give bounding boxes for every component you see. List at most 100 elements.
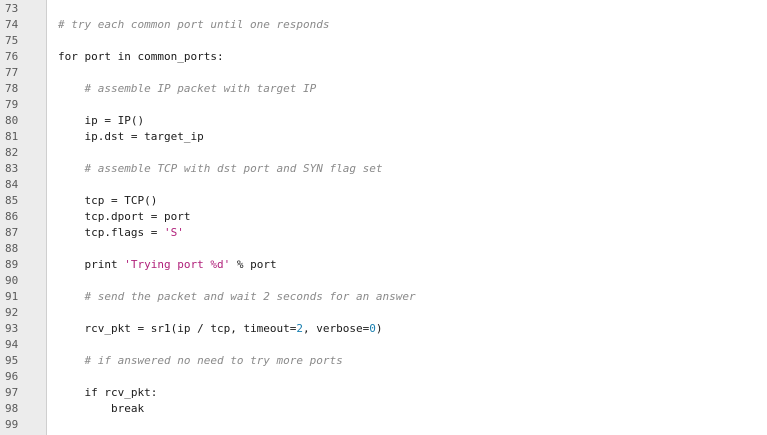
- code-line[interactable]: 73: [0, 1, 767, 17]
- plain-token: , verbose=: [303, 322, 370, 335]
- line-content: [41, 65, 767, 81]
- code-line[interactable]: 81 ip.dst = target_ip: [0, 129, 767, 145]
- plain-token: ip = IP(): [84, 114, 145, 127]
- code-line[interactable]: 93 rcv_pkt = sr1(ip / tcp, timeout=2, ve…: [0, 321, 767, 337]
- line-content: tcp.flags = 'S': [41, 225, 767, 241]
- comment-token: # assemble TCP with dst port and SYN fla…: [84, 162, 383, 175]
- line-content: rcv_pkt = sr1(ip / tcp, timeout=2, verbo…: [41, 321, 767, 337]
- code-editor[interactable]: 73 74 # try each common port until one res…: [0, 0, 767, 435]
- line-number: 76: [5, 50, 19, 63]
- plain-token: if rcv_pkt:: [84, 386, 158, 399]
- plain-token: tcp.dport = port: [84, 210, 191, 223]
- line-number: 93: [5, 322, 19, 335]
- line-number: 89: [5, 258, 19, 271]
- line-content: break: [41, 401, 767, 417]
- plain-token: print: [84, 258, 125, 271]
- line-content: [41, 33, 767, 49]
- line-number: 80: [5, 114, 19, 127]
- code-line[interactable]: 79: [0, 97, 767, 113]
- code-line[interactable]: 94: [0, 337, 767, 353]
- line-number: 96: [5, 370, 19, 383]
- code-line[interactable]: 98 break: [0, 401, 767, 417]
- line-content: [41, 273, 767, 289]
- plain-token: tcp = TCP(): [84, 194, 158, 207]
- line-content: # send the packet and wait 2 seconds for…: [41, 289, 767, 305]
- code-line[interactable]: 89 print 'Trying port %d' % port: [0, 257, 767, 273]
- line-content: tcp.dport = port: [41, 209, 767, 225]
- plain-token: rcv_pkt = sr1(ip / tcp, timeout=: [84, 322, 297, 335]
- line-number: 75: [5, 34, 19, 47]
- line-content: # assemble IP packet with target IP: [41, 81, 767, 97]
- line-number: 99: [5, 418, 19, 431]
- code-line[interactable]: 84: [0, 177, 767, 193]
- line-number: 83: [5, 162, 19, 175]
- code-line[interactable]: 95 # if answered no need to try more por…: [0, 353, 767, 369]
- string-token: 'S': [163, 226, 184, 239]
- code-line[interactable]: 99: [0, 417, 767, 433]
- line-content: [41, 241, 767, 257]
- line-number: 90: [5, 274, 19, 287]
- line-number: 88: [5, 242, 19, 255]
- line-content: [41, 337, 767, 353]
- code-line[interactable]: 90: [0, 273, 767, 289]
- line-content: [41, 417, 767, 433]
- line-number: 91: [5, 290, 19, 303]
- code-line[interactable]: 80 ip = IP(): [0, 113, 767, 129]
- code-line[interactable]: 88: [0, 241, 767, 257]
- comment-token: # try each common port until one respond…: [58, 18, 330, 31]
- line-content: # try each common port until one respond…: [41, 17, 767, 33]
- code-line[interactable]: 91 # send the packet and wait 2 seconds …: [0, 289, 767, 305]
- line-content: [41, 305, 767, 321]
- line-content: [41, 145, 767, 161]
- line-number: 84: [5, 178, 19, 191]
- code-line[interactable]: 92: [0, 305, 767, 321]
- line-content: [41, 1, 767, 17]
- line-content: # if answered no need to try more ports: [41, 353, 767, 369]
- string-token: 'Trying port %d': [124, 258, 231, 271]
- line-content: [41, 177, 767, 193]
- line-number: 87: [5, 226, 19, 239]
- code-line[interactable]: 86 tcp.dport = port: [0, 209, 767, 225]
- code-line[interactable]: 97 if rcv_pkt:: [0, 385, 767, 401]
- code-line[interactable]: 85 tcp = TCP(): [0, 193, 767, 209]
- code-line[interactable]: 78 # assemble IP packet with target IP: [0, 81, 767, 97]
- code-line[interactable]: 96: [0, 369, 767, 385]
- code-line[interactable]: 74 # try each common port until one respo…: [0, 17, 767, 33]
- line-number: 85: [5, 194, 19, 207]
- code-line[interactable]: 82: [0, 145, 767, 161]
- code-line[interactable]: 83 # assemble TCP with dst port and SYN …: [0, 161, 767, 177]
- code-line[interactable]: 76 for port in common_ports:: [0, 49, 767, 65]
- comment-token: # if answered no need to try more ports: [84, 354, 343, 367]
- line-content: ip = IP(): [41, 113, 767, 129]
- number-token: 0: [369, 322, 376, 335]
- line-number: 82: [5, 146, 19, 159]
- line-number: 79: [5, 98, 19, 111]
- line-content: if rcv_pkt:: [41, 385, 767, 401]
- line-number: 97: [5, 386, 19, 399]
- line-number: 95: [5, 354, 19, 367]
- code-line[interactable]: 87 tcp.flags = 'S': [0, 225, 767, 241]
- plain-token: ip.dst = target_ip: [84, 130, 204, 143]
- line-number: 73: [5, 2, 19, 15]
- line-content: print 'Trying port %d' % port: [41, 257, 767, 273]
- line-content: tcp = TCP(): [41, 193, 767, 209]
- line-number: 74: [5, 18, 19, 31]
- line-number: 81: [5, 130, 19, 143]
- code-line[interactable]: 75: [0, 33, 767, 49]
- code-lines: 73 74 # try each common port until one res…: [0, 1, 767, 433]
- code-line[interactable]: 77: [0, 65, 767, 81]
- line-number: 86: [5, 210, 19, 223]
- line-content: [41, 369, 767, 385]
